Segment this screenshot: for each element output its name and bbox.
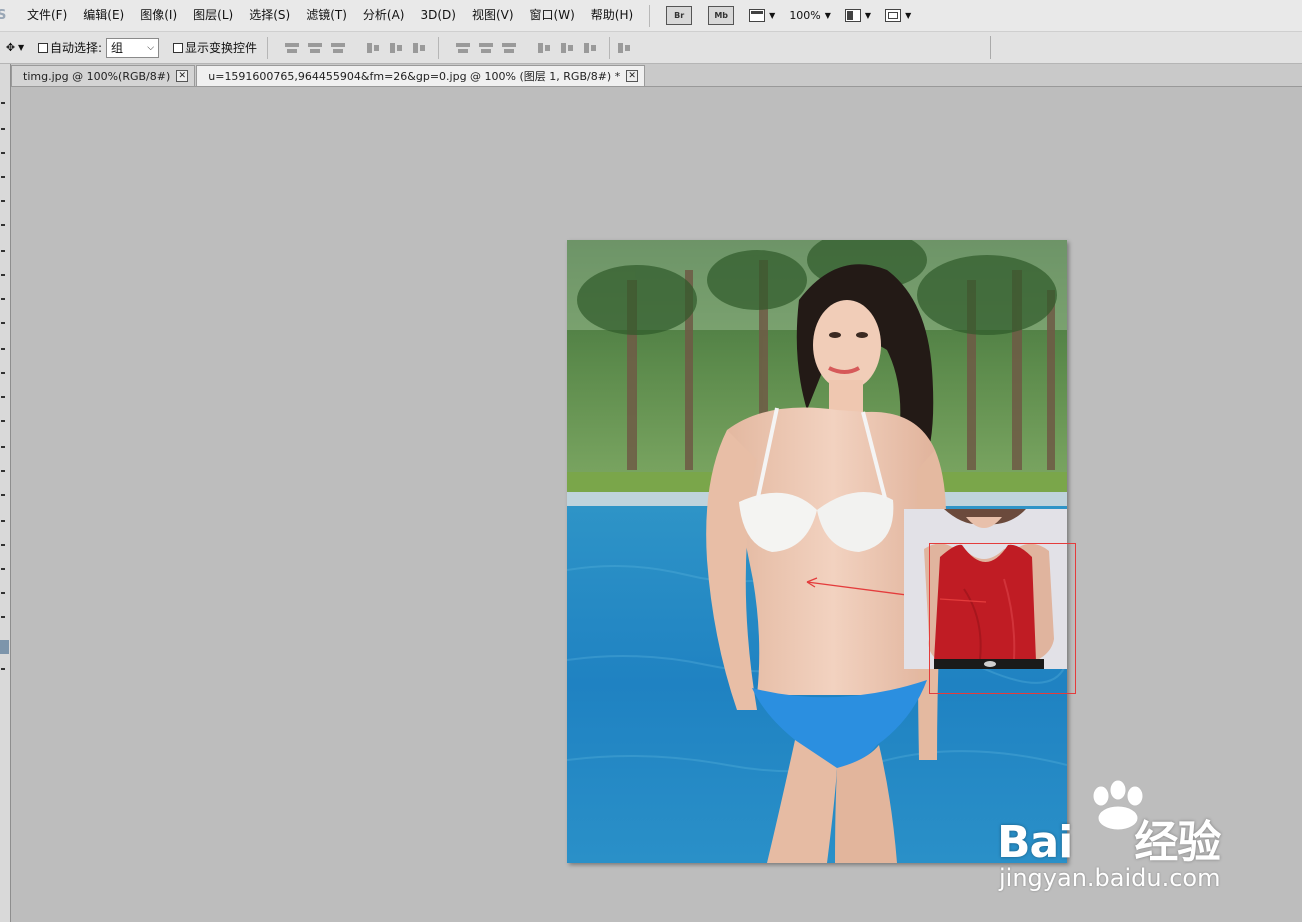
chevron-down-icon: ⌵ [147,42,155,53]
foreground-color-swatch[interactable] [0,640,9,654]
close-icon[interactable]: ✕ [626,70,639,82]
arrange-documents-dropdown[interactable]: ▼ [844,9,872,22]
extras-dropdown[interactable]: ▼ [749,9,775,22]
move-icon: ✥ [5,41,16,54]
dodge-tool-icon[interactable] [1,420,5,422]
tab-title: u=1591600765,964455904&fm=26&gp=0.jpg @ … [208,70,621,83]
crop-tool-icon[interactable] [1,200,5,202]
show-transform-label: 显示变换控件 [185,41,258,55]
3d-rotate-tool-icon[interactable] [1,544,5,546]
align-right-edges-icon[interactable] [411,41,428,55]
pen-tool-icon[interactable] [1,446,5,448]
eraser-tool-icon[interactable] [1,348,5,350]
distribute-horizontal-centers-icon[interactable] [559,41,576,55]
healing-brush-tool-icon[interactable] [1,250,5,252]
type-tool-icon[interactable] [1,470,5,472]
brush-tool-icon[interactable] [1,274,5,276]
hand-tool-icon[interactable] [1,568,5,570]
distribute-right-icon[interactable] [582,41,599,55]
menu-bar: S 文件(F) 编辑(E) 图像(I) 图层(L) 选择(S) 滤镜(T) 分析… [0,0,1302,32]
chevron-down-icon: ▼ [18,43,25,52]
document-tab-bar: timg.jpg @ 100%(RGB/8#) ✕ u=1591600765,9… [11,64,1302,87]
options-separator [438,36,440,59]
distribute-vertical-centers-icon[interactable] [478,41,495,55]
distribute-group [455,41,599,55]
menu-separator [649,4,651,27]
photoshop-logo-icon[interactable]: S [0,8,9,23]
screen-mode-dropdown[interactable]: ▼ [885,9,911,22]
distribute-top-icon[interactable] [455,41,472,55]
marquee-tool-icon[interactable] [1,128,5,130]
chevron-down-icon: ▼ [864,11,872,20]
distribute-left-icon[interactable] [536,41,553,55]
align-group [284,41,428,55]
zoom-tool-icon[interactable] [1,592,5,594]
options-end-separator [990,36,991,59]
align-bottom-edges-icon[interactable] [330,41,347,55]
menu-3d[interactable]: 3D(D) [412,0,463,31]
menu-view[interactable]: 视图(V) [464,0,522,31]
options-separator [609,36,611,59]
menu-layer[interactable]: 图层(L) [185,0,241,31]
menu-select[interactable]: 选择(S) [241,0,298,31]
mini-bridge-button[interactable]: Mb [708,6,735,25]
lasso-tool-icon[interactable] [1,152,5,154]
quick-select-tool-icon[interactable] [1,176,5,178]
menu-image[interactable]: 图像(I) [132,0,185,31]
auto-align-layers-icon[interactable] [616,41,633,55]
zoom-level: 100% [789,9,821,22]
menu-window[interactable]: 窗口(W) [522,0,583,31]
options-separator [267,36,269,59]
quick-mask-icon[interactable] [1,668,5,670]
show-transform-checkbox[interactable] [173,42,184,53]
distribute-bottom-icon[interactable] [501,41,518,55]
move-tool-icon[interactable] [1,102,5,104]
tab-title: timg.jpg @ 100%(RGB/8#) [23,69,171,83]
menu-filter[interactable]: 滤镜(T) [298,0,355,31]
clone-stamp-tool-icon[interactable] [1,298,5,300]
path-select-tool-icon[interactable] [1,494,5,496]
arrange-icon [844,9,861,22]
auto-select-label: 自动选择: [50,41,103,55]
menu-file[interactable]: 文件(F) [19,0,75,31]
chevron-down-icon: ▼ [769,11,776,20]
move-tool-preset[interactable]: ✥ ▼ [0,41,30,54]
blur-tool-icon[interactable] [1,396,5,398]
gradient-tool-icon[interactable] [1,372,5,374]
options-bar: ✥ ▼ 自动选择: 组 ⌵ 显示变换控件 [0,32,1302,64]
tab-active-document[interactable]: u=1591600765,964455904&fm=26&gp=0.jpg @ … [196,65,646,86]
bridge-button[interactable]: Br [666,6,693,25]
auto-select-value: 组 [111,41,124,55]
swap-colors-icon[interactable] [1,616,5,618]
align-top-edges-icon[interactable] [284,41,301,55]
menu-help[interactable]: 帮助(H) [583,0,641,31]
red-top-photo [904,509,1067,669]
zoom-dropdown[interactable]: 100% ▼ [789,9,831,22]
menu-analysis[interactable]: 分析(A) [355,0,413,31]
chevron-down-icon: ▼ [905,11,912,20]
toolbox-panel [0,64,11,922]
close-icon[interactable]: ✕ [176,70,189,82]
pasted-layer-image[interactable] [904,509,1067,669]
chevron-down-icon: ▼ [824,11,831,20]
auto-select-dropdown[interactable]: 组 ⌵ [106,37,160,58]
screen-mode-icon [885,9,902,22]
shape-tool-icon[interactable] [1,520,5,522]
menu-edit[interactable]: 编辑(E) [75,0,132,31]
auto-select-checkbox[interactable] [38,42,48,53]
history-brush-tool-icon[interactable] [1,322,5,324]
align-horizontal-centers-icon[interactable] [388,41,405,55]
eyedropper-tool-icon[interactable] [1,224,5,226]
align-vertical-centers-icon[interactable] [307,41,324,55]
align-left-edges-icon[interactable] [365,41,382,55]
tab-timg[interactable]: timg.jpg @ 100%(RGB/8#) ✕ [11,65,196,86]
film-icon [749,9,766,22]
